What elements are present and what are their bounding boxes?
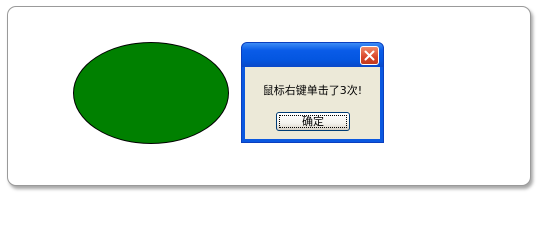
message-dialog: 鼠标右键单击了3次! 确定: [241, 42, 384, 143]
ok-button-label: 确定: [302, 115, 324, 128]
close-button[interactable]: [360, 46, 379, 65]
green-ellipse: [73, 42, 229, 144]
close-x-icon: [364, 50, 375, 61]
dialog-message: 鼠标右键单击了3次!: [262, 84, 363, 97]
ok-button[interactable]: 确定: [276, 112, 350, 131]
dialog-body: 鼠标右键单击了3次! 确定: [245, 67, 380, 139]
dialog-titlebar[interactable]: [242, 43, 383, 67]
